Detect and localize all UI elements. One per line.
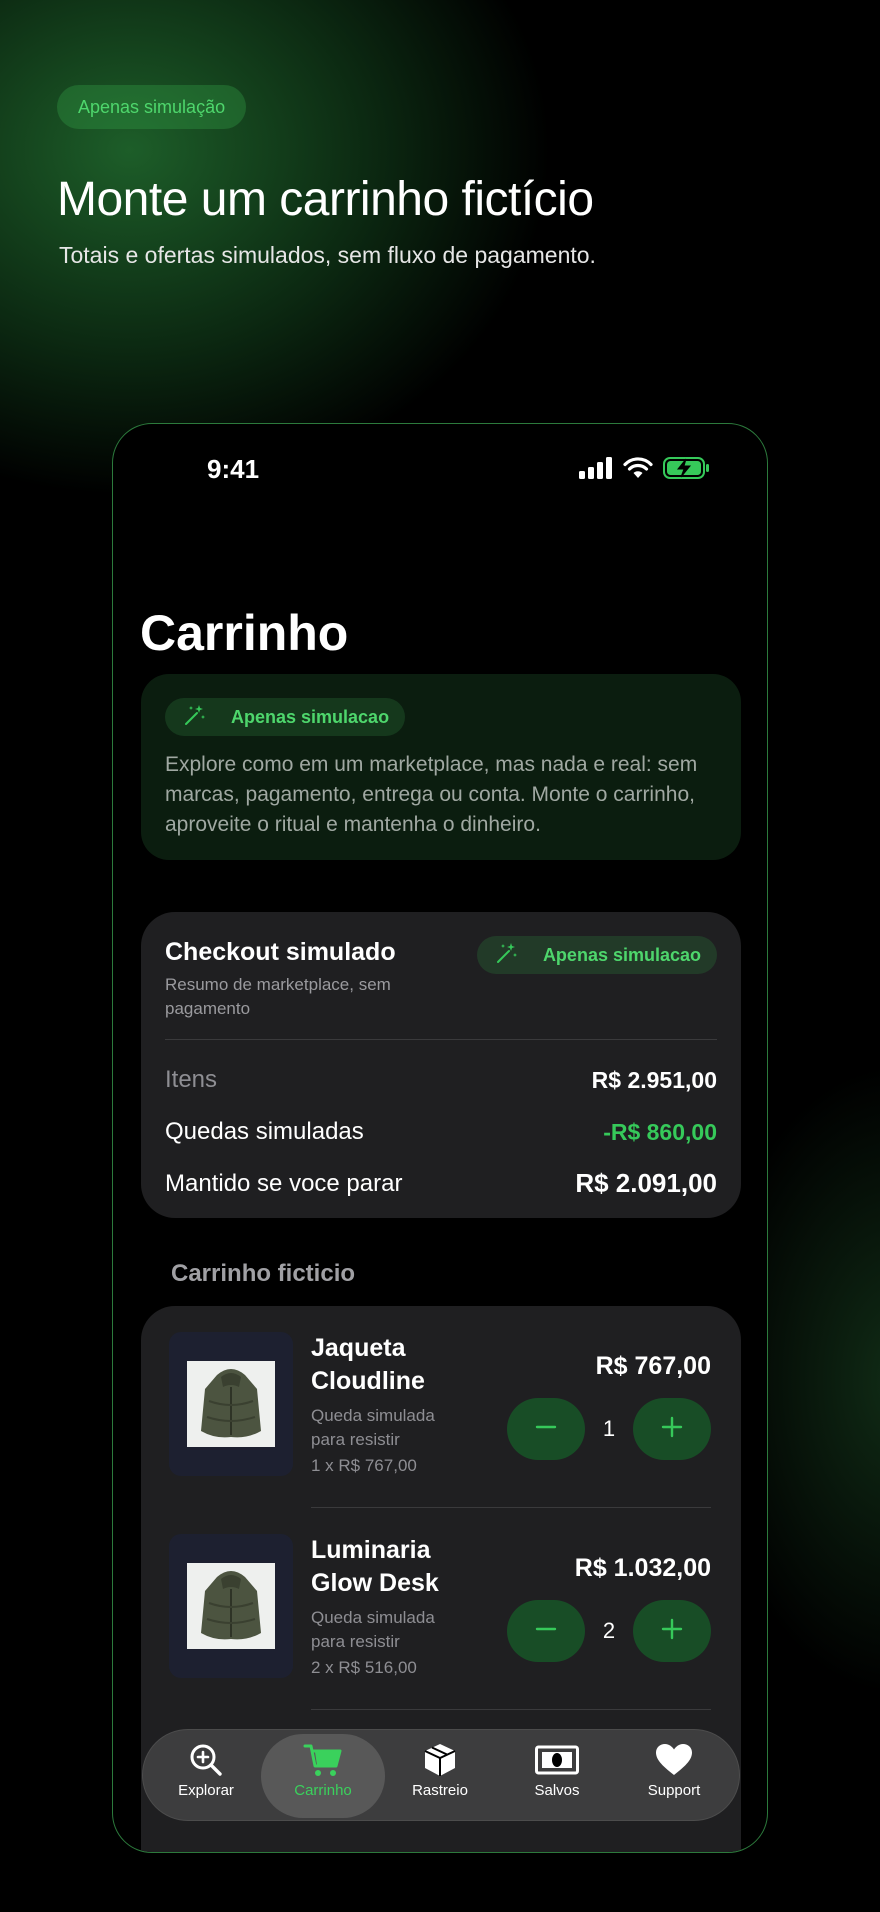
decrease-button[interactable] (507, 1398, 585, 1460)
plus-icon (661, 1416, 683, 1443)
tab-explorar[interactable]: Explorar (147, 1740, 265, 1812)
jacket-image (187, 1361, 275, 1447)
quantity-value: 1 (602, 1416, 616, 1441)
item-subtitle: Queda simulada para resistir (311, 1406, 435, 1449)
item-subtitle: Queda simulada para resistir (311, 1608, 435, 1651)
intro-text: Explore como em um marketplace, mas nada… (165, 753, 698, 836)
status-bar: 9:41 (113, 424, 767, 514)
increase-button[interactable] (633, 1600, 711, 1662)
status-time: 9:41 (207, 454, 260, 484)
promo-title: Monte um carrinho fictício (57, 173, 594, 226)
tab-label: Salvos (534, 1782, 580, 1799)
tab-carrinho[interactable]: Carrinho (264, 1740, 382, 1812)
product-thumbnail (169, 1332, 293, 1476)
sparkle-wand-icon (495, 941, 519, 970)
quantity-value: 2 (602, 1618, 616, 1643)
heart-icon (655, 1740, 693, 1780)
quantity-stepper: 1 (507, 1398, 711, 1460)
summary-row-drops: Quedas simuladas -R$ 860,00 (165, 1118, 717, 1146)
tab-label: Explorar (178, 1782, 234, 1799)
cart-item[interactable]: Jaqueta Cloudline Queda simulada para re… (141, 1306, 741, 1508)
simulation-pill: Apenas simulacao (476, 936, 717, 974)
phone-frame: 9:41 Carrinho Apenas simulacao Explore c… (112, 423, 768, 1853)
cart-icon (303, 1740, 343, 1780)
minus-icon (535, 1618, 557, 1645)
magnifier-plus-icon (188, 1740, 224, 1780)
package-icon (422, 1740, 458, 1780)
divider (165, 1039, 717, 1040)
summary-label: Quedas simuladas (165, 1118, 364, 1145)
quantity-stepper: 2 (507, 1600, 711, 1662)
item-total-price: R$ 767,00 (595, 1352, 711, 1380)
decrease-button[interactable] (507, 1600, 585, 1662)
tab-bar: Explorar Carrinho Rastreio Salvos Suppor… (142, 1729, 740, 1821)
promo-badge: Apenas simulação (57, 85, 247, 129)
banknote-icon (535, 1740, 579, 1780)
status-icons (579, 456, 711, 485)
summary-value: R$ 2.951,00 (591, 1066, 717, 1093)
item-unit-price: 1 x R$ 767,00 (311, 1456, 417, 1475)
tab-salvos[interactable]: Salvos (498, 1740, 616, 1812)
item-name: Luminaria Glow Desk (311, 1536, 439, 1597)
signal-icon (579, 457, 613, 484)
plus-icon (661, 1618, 683, 1645)
item-unit-price: 2 x R$ 516,00 (311, 1658, 417, 1677)
minus-icon (535, 1416, 557, 1443)
sparkle-wand-icon (183, 703, 207, 732)
product-thumbnail (169, 1534, 293, 1678)
tab-support[interactable]: Support (615, 1740, 733, 1812)
tab-label: Carrinho (294, 1782, 352, 1799)
increase-button[interactable] (633, 1398, 711, 1460)
divider (311, 1709, 711, 1710)
simulation-pill: Apenas simulacao (165, 698, 406, 736)
intro-card: Apenas simulacao Explore como em um mark… (141, 674, 741, 860)
summary-label: Mantido se voce parar (165, 1169, 403, 1197)
promo-subtitle: Totais e ofertas simulados, sem fluxo de… (59, 242, 596, 268)
tab-label: Support (647, 1782, 701, 1799)
summary-row-items: Itens R$ 2.951,00 (165, 1066, 717, 1094)
item-total-price: R$ 1.032,00 (574, 1554, 711, 1582)
summary-label: Itens (165, 1066, 218, 1093)
checkout-subtitle: Resumo de marketplace, sem pagamento (165, 975, 391, 1018)
item-name: Jaqueta Cloudline (311, 1334, 425, 1395)
cart-section-label: Carrinho ficticio (171, 1260, 356, 1287)
jacket-image (187, 1563, 275, 1649)
checkout-title: Checkout simulado (165, 938, 396, 966)
summary-row-kept: Mantido se voce parar R$ 2.091,00 (165, 1168, 717, 1199)
wifi-icon (623, 457, 653, 484)
tab-rastreio[interactable]: Rastreio (381, 1740, 499, 1812)
simulation-pill-label: Apenas simulacao (231, 706, 390, 727)
battery-charging-icon (663, 456, 711, 485)
promo-pill: Apenas simulação (57, 85, 247, 129)
cart-item[interactable]: Luminaria Glow Desk Queda simulada para … (141, 1508, 741, 1710)
summary-value: -R$ 860,00 (603, 1118, 717, 1145)
summary-value: R$ 2.091,00 (575, 1168, 717, 1198)
screen-title: Carrinho (140, 605, 349, 661)
checkout-card: Checkout simulado Resumo de marketplace,… (141, 912, 741, 1218)
simulation-pill-label: Apenas simulacao (542, 944, 701, 965)
tab-label: Rastreio (412, 1782, 468, 1799)
